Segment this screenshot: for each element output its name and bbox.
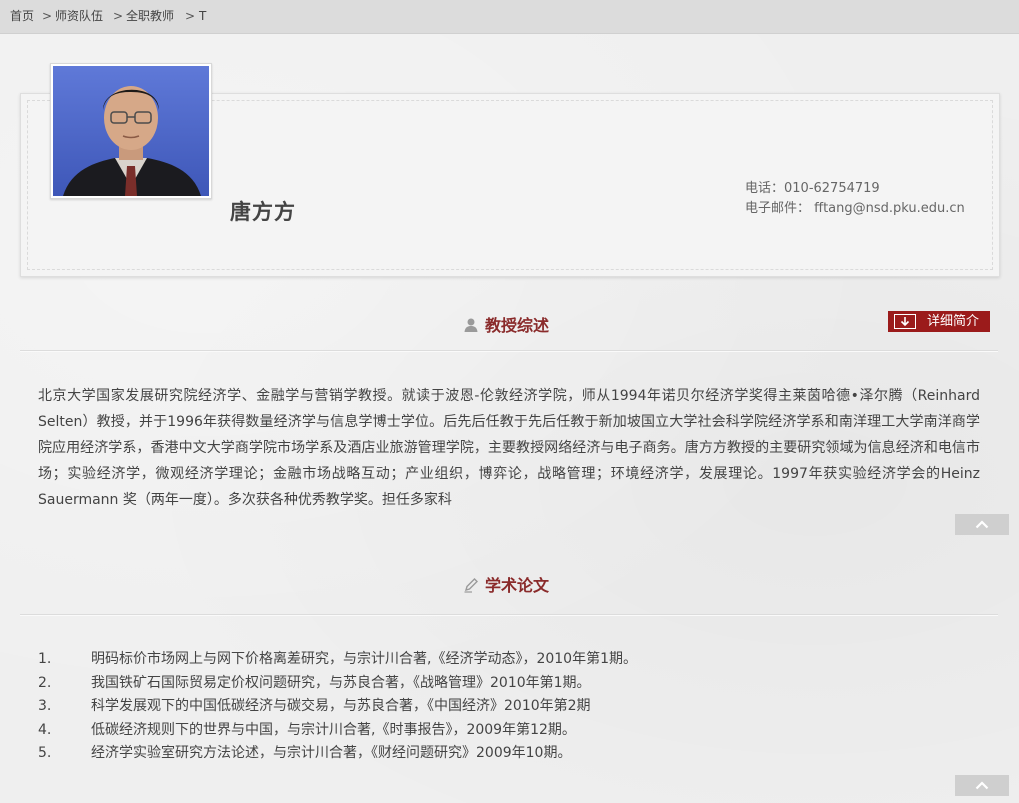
portrait-image [53,66,209,196]
paper-title: 经济学实验室研究方法论述，与宗计川合著，《财经问题研究》2009年10期。 [91,745,572,761]
contact-info: 电话：010-62754719 电子邮件： fftang@nsd.pku.edu… [745,179,965,219]
overview-title-text: 教授综述 [485,316,550,335]
download-icon [894,314,916,329]
papers-title: 学术论文 [463,572,549,596]
detail-button-label: 详细简介 [927,314,980,329]
profile-photo [50,63,212,199]
intro-paragraph: 北京大学国家发展研究院经济学、金融学与营销学教授。就读于波恩-伦敦经济学院，师从… [38,388,980,508]
section-divider [20,350,998,351]
papers-title-text: 学术论文 [485,576,550,595]
breadcrumb-separator: > [42,9,53,23]
paper-title: 科学发展观下的中国低碳经济与碳交易，与苏良合著，《中国经济》2010年第2期 [91,698,591,714]
paper-number: 5. [38,745,52,761]
chevron-up-icon [975,781,989,790]
person-icon [464,318,478,332]
breadcrumb-home[interactable]: 首页 [10,0,34,33]
overview-title: 教授综述 [463,312,549,336]
breadcrumb: 首页 > 师资队伍 > 全职教师 > T [0,0,1019,34]
paper-title: 低碳经济规则下的世界与中国，与宗计川合著,《时事报告》，2009年第12期。 [91,721,576,738]
pencil-icon [464,578,478,593]
breadcrumb-separator: > [185,9,196,23]
paper-number: 3. [38,698,52,714]
email-text[interactable]: 电子邮件： fftang@nsd.pku.edu.cn [745,199,965,219]
scroll-up-button[interactable] [955,514,1009,535]
paper-number: 4. [38,721,52,738]
breadcrumb-letter: T [199,9,207,23]
detail-intro-button[interactable]: 详细简介 [888,311,990,332]
breadcrumb-fulltime[interactable]: 全职教师 [126,0,174,33]
paper-number: 1. [38,651,52,667]
scroll-up-button[interactable] [955,775,1009,796]
breadcrumb-separator: > [113,9,124,23]
professor-name: 唐方方 [230,200,296,224]
chevron-up-icon [975,520,989,529]
breadcrumb-faculty[interactable]: 师资队伍 [55,0,103,33]
paper-title: 明码标价市场网上与网下价格离差研究，与宗计川合著,《经济学动态》，2010年第1… [91,651,637,667]
paper-title: 我国铁矿石国际贸易定价权问题研究，与苏良合著，《战略管理》2010年第1期。 [91,674,591,691]
section-divider [20,614,998,615]
phone-text: 电话：010-62754719 [745,181,880,196]
paper-number: 2. [38,674,52,691]
